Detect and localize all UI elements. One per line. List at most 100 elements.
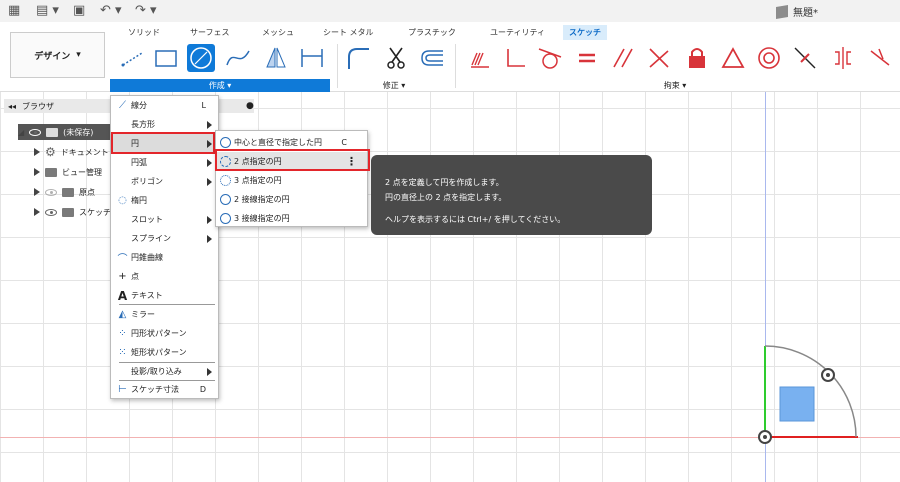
chevron-down-icon: ▾ <box>76 50 81 60</box>
circle-tool[interactable] <box>187 44 215 72</box>
tab-plastic[interactable]: プラスチック <box>408 27 456 38</box>
collinear-constraint-tool[interactable] <box>645 44 673 72</box>
ribbon-separator <box>455 44 456 88</box>
constraints-group-menu[interactable]: 拘束 ▾ <box>620 79 730 92</box>
hidden-eye-icon[interactable] <box>45 188 57 196</box>
menu-item-conic[interactable]: ⌒ 円錐曲線 <box>111 248 218 267</box>
three-tangent-circle-icon <box>220 213 231 224</box>
visibility-eye-icon[interactable] <box>29 128 42 136</box>
equal-constraint-tool[interactable] <box>573 44 601 72</box>
expand-icon[interactable] <box>34 148 40 156</box>
app-grid-icon[interactable]: ▦ <box>8 3 20 18</box>
document-cube-icon <box>776 4 788 19</box>
submenu-arrow-icon <box>207 120 212 129</box>
submenu-item-three-tangent-circle[interactable]: 3 接線指定の円 <box>216 209 367 228</box>
browser-item-origin[interactable]: 原点 <box>34 184 95 200</box>
rectangle-tool[interactable] <box>152 44 180 72</box>
dimension-tool[interactable] <box>298 44 326 72</box>
undo-icon[interactable]: ↶ ▾ <box>100 3 122 18</box>
menu-item-sketch-dimension[interactable]: ⊢ スケッチ寸法 D <box>111 380 218 399</box>
file-icon[interactable]: ▤ ▾ <box>36 3 59 18</box>
ribbon-separator <box>337 44 338 88</box>
mirror-tool[interactable] <box>262 44 290 72</box>
ellipse-icon: ◌ <box>118 195 127 206</box>
document-icon <box>46 127 59 137</box>
tab-solid[interactable]: ソリッド <box>128 27 160 38</box>
save-icon[interactable]: ▣ <box>73 3 85 18</box>
expand-icon[interactable] <box>34 208 40 216</box>
menu-item-project[interactable]: 投影/取り込み <box>111 362 218 381</box>
menu-item-rectangular-pattern[interactable]: ⁙ 矩形状パターン <box>111 343 218 362</box>
menu-item-circular-pattern[interactable]: ⁘ 円形状パターン <box>111 324 218 343</box>
triangle-constraint-icon[interactable] <box>719 44 747 72</box>
menu-item-line[interactable]: ⟋ 線分 L <box>111 96 218 115</box>
visibility-eye-icon[interactable] <box>45 208 57 216</box>
expand-icon[interactable] <box>34 188 40 196</box>
submenu-item-two-tangent-circle[interactable]: 2 接線指定の円 <box>216 190 367 209</box>
perpendicular-constraint-tool[interactable] <box>501 44 529 72</box>
expand-icon[interactable] <box>34 168 40 176</box>
horizontal-vertical-constraint-tool[interactable] <box>866 44 894 72</box>
menu-item-ellipse[interactable]: ◌ 楕円 <box>111 191 218 210</box>
offset-tool[interactable] <box>418 44 446 72</box>
text-icon: A <box>117 288 128 303</box>
menu-item-spline[interactable]: スプライン <box>111 229 218 248</box>
origin-sketch-glyph <box>758 345 858 444</box>
folder-icon <box>45 167 57 177</box>
midpoint-constraint-tool[interactable] <box>791 44 819 72</box>
highlight-two-point-item <box>215 149 370 171</box>
rectangular-pattern-icon: ⁙ <box>118 347 127 358</box>
submenu-arrow-icon <box>207 234 212 243</box>
modify-group-menu[interactable]: 修正 ▾ <box>344 79 444 92</box>
symmetry-constraint-tool[interactable] <box>829 44 857 72</box>
tab-utility[interactable]: ユーティリティ <box>490 27 545 38</box>
trim-scissors-tool[interactable] <box>382 44 410 72</box>
submenu-arrow-icon <box>207 158 212 167</box>
dimension-icon: ⊢ <box>118 384 127 395</box>
menu-item-text[interactable]: A テキスト <box>111 286 218 305</box>
circle-submenu: 中心と直径で指定した円 C 2 点指定の円 ⋮ 3 点指定の円 2 接線指定の円 3… <box>215 130 368 227</box>
workspace-design-button[interactable]: デザイン ▾ <box>10 32 105 78</box>
three-point-circle-icon <box>220 175 231 186</box>
center-diameter-circle-icon <box>220 137 231 148</box>
line-icon: ⟋ <box>119 100 126 111</box>
menu-item-arc[interactable]: 円弧 <box>111 153 218 172</box>
collapse-triangle-icon: ◢ <box>18 127 25 137</box>
ribbon: ソリッド サーフェス メッシュ シート メタル プラスチック ユーティリティ ス… <box>0 22 900 92</box>
menu-item-polygon[interactable]: ポリゴン <box>111 172 218 191</box>
collapse-icon[interactable]: ◂◂ <box>8 102 16 111</box>
create-group-menu[interactable]: 作成 ▾ <box>110 79 330 92</box>
folder-icon <box>62 207 74 217</box>
browser-item-document[interactable]: ⚙ ドキュメント <box>34 144 109 160</box>
fillet-tool[interactable] <box>344 44 372 72</box>
tab-mesh[interactable]: メッシュ <box>262 27 294 38</box>
redo-icon[interactable]: ↷ ▾ <box>135 3 157 18</box>
conic-icon: ⌒ <box>117 254 128 265</box>
menu-item-point[interactable]: + 点 <box>111 267 218 286</box>
submenu-arrow-icon <box>207 367 212 376</box>
menu-item-slot[interactable]: スロット <box>111 210 218 229</box>
browser-item-views[interactable]: ビュー管理 <box>34 164 102 180</box>
tab-sheet-metal[interactable]: シート メタル <box>323 27 374 38</box>
two-tangent-circle-icon <box>220 194 231 205</box>
parallel-constraint-tool[interactable] <box>609 44 637 72</box>
tab-surface[interactable]: サーフェス <box>190 27 230 38</box>
submenu-arrow-icon <box>207 177 212 186</box>
tab-sketch[interactable]: スケッチ <box>563 25 607 40</box>
spline-tool[interactable] <box>224 44 252 72</box>
mirror-icon: ◭ <box>118 309 127 320</box>
browser-close-icon[interactable]: ● <box>246 101 254 111</box>
coincident-constraint-tool[interactable] <box>466 44 494 72</box>
line-tool[interactable] <box>119 44 147 72</box>
submenu-item-three-point-circle[interactable]: 3 点指定の円 <box>216 171 367 190</box>
tangent-constraint-tool[interactable] <box>536 44 564 72</box>
tooltip: 2 点を定義して円を作成します。 円の直径上の 2 点を指定します。 ヘルプを表… <box>371 155 652 235</box>
circular-pattern-icon: ⁘ <box>118 328 127 339</box>
document-title: 無題* <box>776 4 818 19</box>
point-icon: + <box>118 271 127 282</box>
browser-root-item[interactable]: ◢ (未保存) <box>18 124 124 140</box>
fix-lock-icon[interactable] <box>683 44 711 72</box>
concentric-constraint-tool[interactable] <box>755 44 783 72</box>
menu-item-mirror[interactable]: ◭ ミラー <box>111 305 218 324</box>
browser-item-sketches[interactable]: スケッチ <box>34 204 111 220</box>
